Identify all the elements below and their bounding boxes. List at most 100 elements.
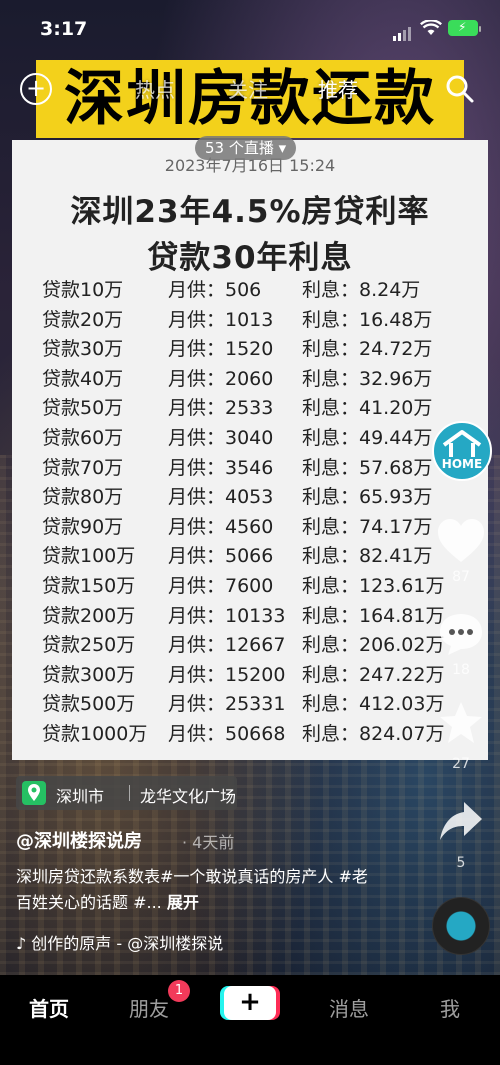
monthly-payment: 月供：7600 [168, 574, 274, 597]
total-interest: 利息：123.61万 [302, 574, 445, 597]
search-icon[interactable] [444, 73, 476, 109]
loan-row: 贷款90万 月供：4560 利息：74.17万 [42, 513, 472, 543]
monthly-payment: 月供：3546 [168, 456, 274, 479]
location-place: 龙华文化广场 [140, 787, 237, 806]
post-description: 深圳房贷还款系数表#一个敢说真话的房产人 #老百姓关心的话题 #... 展开 [16, 864, 376, 916]
monthly-payment: 月供：25331 [168, 693, 286, 716]
share-arrow-icon[interactable] [438, 800, 484, 848]
loan-amount: 贷款40万 [42, 367, 124, 390]
monthly-payment: 月供：2060 [168, 367, 274, 390]
loan-row: 贷款200万 月供：10133 利息：164.81万 [42, 602, 472, 632]
loan-amount: 贷款500万 [42, 693, 136, 716]
loan-amount: 贷款30万 [42, 338, 124, 361]
tab-me[interactable]: 我 [440, 993, 460, 1022]
expand-link[interactable]: 展开 [167, 893, 199, 912]
loan-amount: 贷款1000万 [42, 722, 148, 745]
live-count-pill[interactable]: 53 个直播 ▾ [195, 136, 297, 160]
tab-friends[interactable]: 朋友 [129, 993, 169, 1022]
location-pin-icon [22, 781, 46, 805]
status-bar: 3:17 ⚡ [0, 0, 500, 56]
loan-row: 贷款80万 月供：4053 利息：65.93万 [42, 483, 472, 513]
loan-amount: 贷款70万 [42, 456, 124, 479]
like-count: 87 [452, 569, 470, 585]
create-button[interactable]: + [220, 986, 280, 1020]
cellular-signal-icon [393, 22, 413, 41]
comment-icon[interactable] [436, 612, 486, 660]
wifi-icon [419, 19, 443, 40]
favorite-count: 27 [452, 756, 470, 772]
loan-row: 贷款70万 月供：3546 利息：57.68万 [42, 454, 472, 484]
total-interest: 利息：65.93万 [302, 486, 433, 509]
total-interest: 利息：32.96万 [302, 367, 433, 390]
monthly-payment: 月供：5066 [168, 545, 274, 568]
total-interest: 利息：247.22万 [302, 663, 445, 686]
loan-amount: 贷款300万 [42, 663, 136, 686]
friends-notification-badge: 1 [168, 980, 190, 1002]
create-plus-label: + [224, 986, 276, 1020]
tab-following[interactable]: 关注 [228, 74, 268, 103]
favorite-star-icon[interactable] [438, 700, 484, 750]
home-badge-label: HOME [441, 457, 483, 471]
loan-amount: 贷款200万 [42, 604, 136, 627]
location-divider [129, 785, 130, 801]
total-interest: 利息：41.20万 [302, 397, 433, 420]
tab-recommended[interactable]: 推荐 [318, 74, 358, 103]
monthly-payment: 月供：1013 [168, 308, 274, 331]
loan-amount: 贷款80万 [42, 486, 124, 509]
monthly-payment: 月供：15200 [168, 663, 286, 686]
creator-avatar[interactable]: HOME [432, 421, 492, 481]
monthly-payment: 月供：506 [168, 279, 262, 301]
tab-messages[interactable]: 消息 [329, 993, 369, 1022]
loan-row: 贷款20万 月供：1013 利息：16.48万 [42, 306, 472, 336]
loan-row: 贷款300万 月供：15200 利息：247.22万 [42, 661, 472, 691]
loan-amount: 贷款20万 [42, 308, 124, 331]
loan-amount: 贷款150万 [42, 574, 136, 597]
monthly-payment: 月供：1520 [168, 338, 274, 361]
loan-row: 贷款40万 月供：2060 利息：32.96万 [42, 365, 472, 395]
like-heart-icon[interactable] [436, 518, 486, 568]
music-ticker[interactable]: ♪ 创作的原声 - @深圳楼探说 [16, 930, 223, 954]
add-live-button[interactable]: + [20, 73, 52, 105]
loan-amount: 贷款60万 [42, 426, 124, 449]
loan-row: 贷款30万 月供：1520 利息：24.72万 [42, 335, 472, 365]
total-interest: 利息：16.48万 [302, 308, 433, 331]
loan-row: 贷款250万 月供：12667 利息：206.02万 [42, 631, 472, 661]
total-interest: 利息：24.72万 [302, 338, 433, 361]
monthly-payment: 月供：50668 [168, 722, 286, 745]
share-count: 5 [456, 855, 466, 871]
monthly-payment: 月供：4053 [168, 486, 274, 509]
loan-row: 贷款1000万 月供：50668 利息：824.07万 [42, 720, 472, 750]
loan-amount: 贷款250万 [42, 634, 136, 657]
loan-amount: 贷款10万 [42, 279, 124, 301]
loan-row: 贷款10万 月供：506 利息：8.24万 [42, 276, 472, 306]
total-interest: 利息：824.07万 [302, 722, 445, 745]
author-name[interactable]: @深圳楼探说房 [16, 827, 142, 853]
card-title: 深圳23年4.5%房贷利率 [70, 194, 430, 230]
tab-home[interactable]: 首页 [29, 993, 69, 1022]
monthly-payment: 月供：12667 [168, 634, 286, 657]
location-chip[interactable]: 深圳市 龙华文化广场 [16, 776, 237, 810]
total-interest: 利息：164.81万 [302, 604, 445, 627]
comment-count: 18 [452, 662, 470, 678]
total-interest: 利息：57.68万 [302, 456, 433, 479]
loan-row: 贷款150万 月供：7600 利息：123.61万 [42, 572, 472, 602]
location-city: 深圳市 [56, 787, 105, 806]
total-interest: 利息：412.03万 [302, 693, 445, 716]
monthly-payment: 月供：10133 [168, 604, 286, 627]
total-interest: 利息：49.44万 [302, 426, 433, 449]
monthly-payment: 月供：2533 [168, 397, 274, 420]
loan-amount: 贷款90万 [42, 515, 124, 538]
loan-row: 贷款500万 月供：25331 利息：412.03万 [42, 690, 472, 720]
card-subtitle: 贷款30年利息 [147, 240, 353, 276]
battery-charging-icon: ⚡ [448, 20, 481, 36]
total-interest: 利息：82.41万 [302, 545, 433, 568]
monthly-payment: 月供：3040 [168, 426, 274, 449]
monthly-payment: 月供：4560 [168, 515, 274, 538]
tab-hot[interactable]: 热点 [135, 74, 175, 103]
music-disc-icon[interactable] [432, 897, 490, 955]
loan-amount: 贷款100万 [42, 545, 136, 568]
loan-row: 贷款100万 月供：5066 利息：82.41万 [42, 542, 472, 572]
loan-table-card: 2023年7月16日 15:24 深圳23年4.5%房贷利率 贷款30年利息 贷… [12, 140, 488, 760]
status-time: 3:17 [40, 18, 88, 40]
loan-rows: 贷款10万 月供：506 利息：8.24万 贷款20万 月供：1013 利息：16.48万… [42, 276, 472, 750]
